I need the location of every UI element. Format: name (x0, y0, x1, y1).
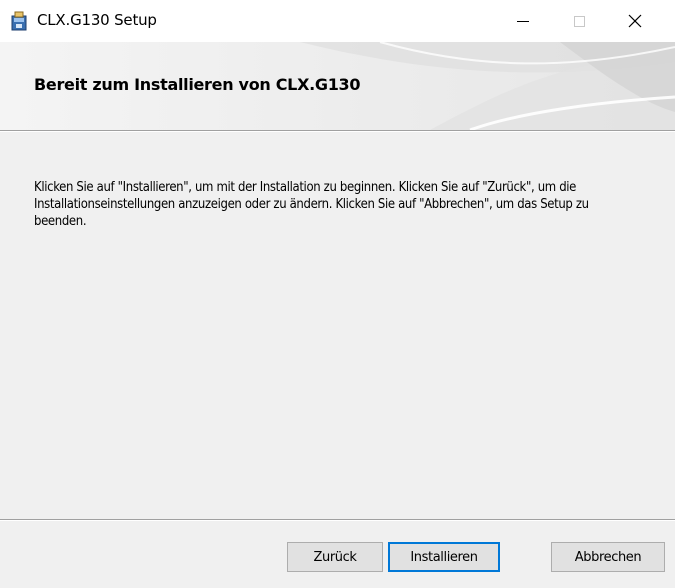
button-bar: Zurück Installieren Abbrechen (0, 521, 675, 588)
window-title: CLX.G130 Setup (37, 11, 157, 29)
header-banner: Bereit zum Installieren von CLX.G130 (0, 42, 675, 130)
installer-icon (11, 11, 27, 31)
maximize-button[interactable] (556, 0, 602, 42)
minimize-button[interactable] (500, 0, 546, 42)
instruction-text: Klicken Sie auf "Installieren", um mit d… (34, 180, 589, 229)
back-button[interactable]: Zurück (287, 542, 383, 572)
content-area: Klicken Sie auf "Installieren", um mit d… (0, 132, 675, 519)
maximize-icon (574, 16, 585, 27)
cancel-button[interactable]: Abbrechen (551, 542, 665, 572)
close-button[interactable] (612, 0, 658, 42)
title-bar: CLX.G130 Setup (0, 0, 675, 42)
install-button[interactable]: Installieren (388, 542, 500, 572)
minimize-icon (517, 21, 529, 22)
close-icon (628, 14, 642, 28)
page-title: Bereit zum Installieren von CLX.G130 (34, 75, 361, 94)
